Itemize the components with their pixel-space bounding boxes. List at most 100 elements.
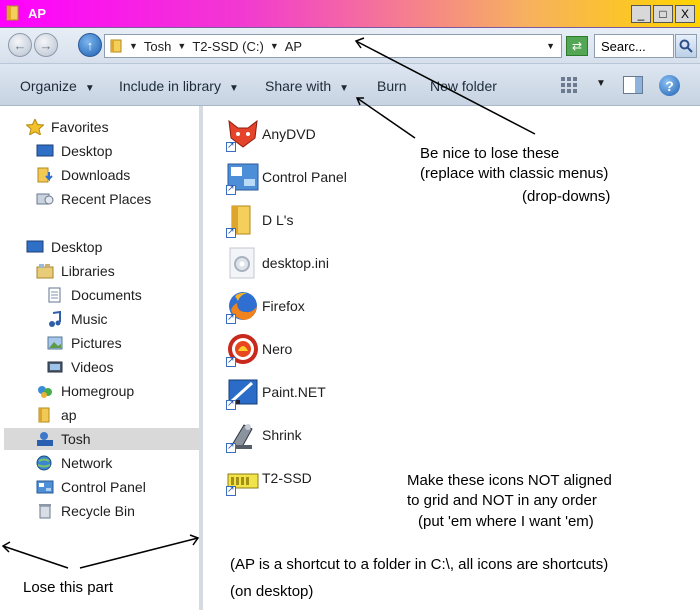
back-button[interactable]: ← [8, 33, 32, 57]
file-item[interactable]: Firefox [226, 286, 305, 326]
nav-recent-places[interactable]: Recent Places [36, 188, 151, 210]
navigation-pane[interactable]: Favorites Desktop Downloads Recent Place… [0, 106, 199, 610]
firefox-icon [226, 288, 260, 324]
shortcut-arrow-icon [226, 441, 236, 453]
refresh-button[interactable]: ⇄ [566, 36, 588, 56]
nav-favorites[interactable]: Favorites [26, 116, 109, 138]
shortcut-arrow-icon [226, 140, 236, 152]
documents-icon [48, 287, 61, 303]
recent-places-icon [36, 193, 54, 205]
file-item[interactable]: Control Panel [226, 157, 347, 197]
up-arrow-icon: ↑ [86, 37, 94, 53]
drive-icon [226, 460, 260, 496]
folder-icon [110, 39, 122, 53]
shortcut-arrow-icon [226, 398, 236, 410]
address-dropdown-icon[interactable]: ▼ [546, 41, 555, 51]
annotation-text: to grid and NOT in any order [407, 492, 597, 509]
folder-icon [38, 407, 50, 423]
desktop-icon [26, 240, 44, 253]
nav-control-panel[interactable]: Control Panel [36, 476, 146, 498]
nav-music[interactable]: Music [46, 308, 108, 330]
annotation-text: (put 'em where I want 'em) [418, 513, 594, 530]
preview-pane-icon[interactable] [623, 76, 643, 94]
command-bar: Organize ▼ Include in library ▼ Share with… [0, 64, 700, 106]
annotation-text: Lose this part [23, 579, 114, 596]
back-arrow-icon: ← [13, 37, 27, 53]
burn-button[interactable]: Burn [377, 78, 407, 94]
network-icon [36, 455, 52, 471]
annotation-text: Be nice to lose these [420, 145, 560, 162]
nav-desktop[interactable]: Desktop [26, 236, 102, 258]
forward-arrow-icon: → [39, 37, 53, 53]
paint-net-icon [226, 374, 260, 410]
desktop-icon [36, 144, 54, 157]
title-bar[interactable]: AP _ □ X [0, 0, 700, 28]
breadcrumb-arrow-icon[interactable]: ▼ [129, 41, 138, 51]
nav-pictures[interactable]: Pictures [46, 332, 122, 354]
shrink-vise-icon [226, 417, 260, 453]
refresh-icon: ⇄ [571, 39, 583, 53]
search-button[interactable] [675, 34, 697, 58]
annotation-text: (drop-downs) [522, 188, 611, 205]
file-item[interactable]: Nero [226, 329, 292, 369]
annotation-text: Make these icons NOT aligned [407, 472, 612, 489]
share-with-menu[interactable]: Share with ▼ [265, 78, 349, 94]
recycle-bin-icon [39, 504, 51, 519]
breadcrumb-ap[interactable]: AP [285, 39, 302, 54]
include-in-library-menu[interactable]: Include in library ▼ [119, 78, 239, 94]
settings-file-icon [226, 245, 260, 281]
file-item[interactable]: Paint.NET [226, 372, 326, 412]
view-dropdown-icon[interactable]: ▼ [596, 78, 606, 89]
breadcrumb-arrow-icon[interactable]: ▼ [177, 41, 186, 51]
pictures-icon [47, 336, 63, 350]
new-folder-button[interactable]: New folder [430, 78, 497, 94]
nav-homegroup[interactable]: Homegroup [36, 380, 134, 402]
address-bar[interactable]: ▼ Tosh ▼ T2-SSD (C:) ▼ AP ▼ [104, 34, 562, 58]
breadcrumb-arrow-icon[interactable]: ▼ [270, 41, 279, 51]
organize-menu[interactable]: Organize ▼ [20, 78, 95, 94]
search-input[interactable]: Searc... [594, 34, 674, 58]
help-icon[interactable]: ? [659, 75, 680, 96]
maximize-button[interactable]: □ [653, 5, 673, 23]
nero-icon [226, 331, 260, 367]
breadcrumb-tosh[interactable]: Tosh [144, 39, 171, 54]
folder-icon [6, 5, 19, 21]
nav-recycle-bin[interactable]: Recycle Bin [36, 500, 135, 522]
address-row: ← → ↑ ▼ Tosh ▼ T2-SSD (C:) ▼ AP ▼ ⇄ Sear… [0, 28, 700, 64]
pane-splitter[interactable] [199, 106, 203, 610]
shortcut-arrow-icon [226, 183, 236, 195]
file-item[interactable]: desktop.ini [226, 243, 329, 283]
nav-libraries[interactable]: Libraries [36, 260, 115, 282]
user-icon [37, 432, 53, 446]
downloads-folder-icon [37, 167, 53, 183]
file-item[interactable]: T2-SSD [226, 458, 312, 498]
annotation-text: (AP is a shortcut to a folder in C:\, al… [230, 556, 609, 573]
nav-desktop-fav[interactable]: Desktop [36, 140, 112, 162]
file-item[interactable]: Shrink [226, 415, 302, 455]
nav-ap[interactable]: ap [36, 404, 77, 426]
close-button[interactable]: X [675, 5, 695, 23]
file-item[interactable]: D L's [226, 200, 293, 240]
control-panel-icon [226, 159, 260, 195]
annotation-text: (on desktop) [230, 583, 314, 600]
videos-icon [47, 361, 63, 373]
homegroup-icon [38, 386, 52, 398]
forward-button[interactable]: → [34, 33, 58, 57]
minimize-button[interactable]: _ [631, 5, 651, 23]
shortcut-arrow-icon [226, 355, 236, 367]
file-item[interactable]: AnyDVD [226, 114, 316, 154]
search-icon [679, 39, 693, 53]
shortcut-arrow-icon [226, 312, 236, 324]
up-button[interactable]: ↑ [78, 33, 102, 57]
annotation-text: (replace with classic menus) [420, 165, 609, 182]
music-icon [49, 311, 61, 327]
nav-videos[interactable]: Videos [46, 356, 114, 378]
nav-network[interactable]: Network [36, 452, 112, 474]
star-icon [26, 119, 44, 135]
view-options-icon[interactable] [560, 76, 578, 94]
nav-tosh[interactable]: Tosh [4, 428, 199, 450]
nav-downloads[interactable]: Downloads [36, 164, 130, 186]
nav-documents[interactable]: Documents [46, 284, 142, 306]
breadcrumb-drive[interactable]: T2-SSD (C:) [192, 39, 264, 54]
shortcut-arrow-icon [226, 226, 236, 238]
